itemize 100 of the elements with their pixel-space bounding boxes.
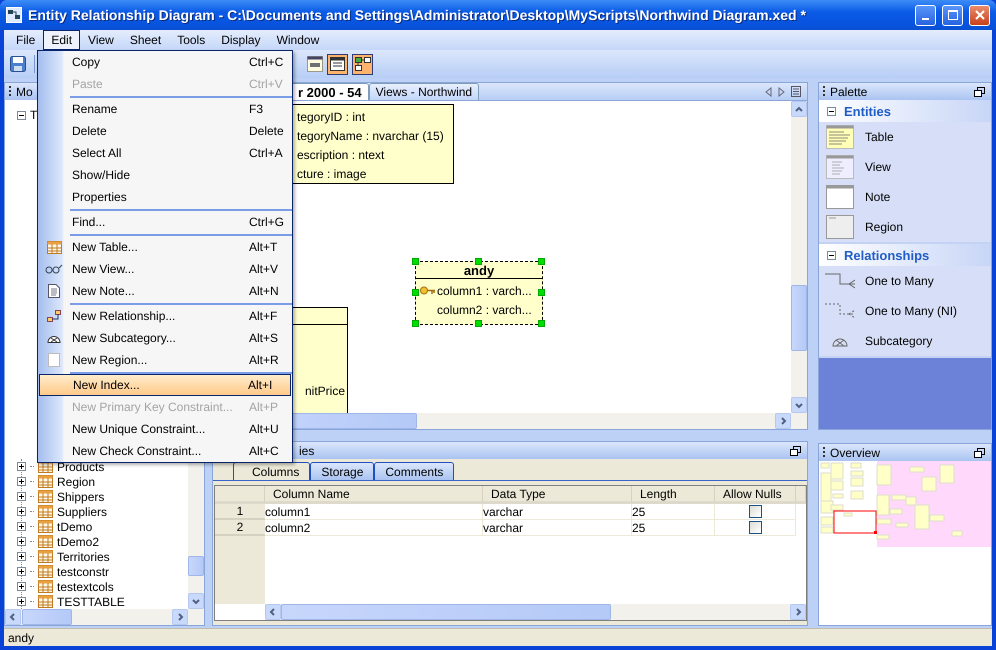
expand-icon[interactable]: [17, 477, 26, 486]
tree-item[interactable]: testextcols: [57, 580, 114, 594]
expand-icon[interactable]: [17, 567, 26, 576]
collapse-icon[interactable]: [827, 106, 836, 116]
tree-item[interactable]: tDemo: [57, 520, 92, 534]
checkbox[interactable]: [748, 521, 762, 534]
column-text: column2 : varch...: [437, 302, 532, 316]
menu-item[interactable]: Find... Ctrl+G: [38, 211, 292, 233]
menu-item[interactable]: View: [80, 30, 122, 50]
section-title[interactable]: Entities: [844, 104, 891, 118]
scroll-right-button[interactable]: [790, 604, 806, 620]
table-cell: varchar: [483, 504, 632, 520]
properties-tab[interactable]: Columns: [233, 462, 310, 480]
collapse-icon[interactable]: [17, 110, 26, 120]
properties-tab[interactable]: Storage: [310, 462, 374, 480]
menu-item[interactable]: Window: [268, 30, 328, 50]
entity-box[interactable]: andy column1 : varch... column2 : varch...: [415, 261, 543, 325]
expand-icon[interactable]: [17, 597, 26, 606]
expand-icon[interactable]: [17, 537, 26, 546]
scroll-down-button[interactable]: [791, 397, 807, 413]
scroll-right-button[interactable]: [775, 413, 791, 429]
menu-item[interactable]: New Check Constraint... Alt+C: [38, 440, 292, 462]
vertical-scrollbar[interactable]: [791, 101, 807, 413]
scroll-thumb[interactable]: [791, 285, 807, 351]
tree-item[interactable]: testconstr: [57, 564, 110, 578]
next-icon[interactable]: [778, 86, 785, 96]
diagram-tab[interactable]: Views - Northwind: [368, 83, 480, 100]
horizontal-scrollbar[interactable]: [5, 609, 188, 625]
palette-item[interactable]: Subcategory: [865, 334, 932, 348]
minimize-button[interactable]: [915, 4, 936, 26]
column-header[interactable]: Length: [632, 486, 715, 504]
palette-item[interactable]: One to Many: [865, 274, 934, 288]
menu-item[interactable]: New Unique Constraint... Alt+U: [38, 418, 292, 440]
scroll-left-button[interactable]: [265, 604, 281, 620]
resize-handle[interactable]: [475, 258, 482, 265]
expand-icon[interactable]: [17, 492, 26, 501]
list-icon[interactable]: [791, 86, 801, 97]
save-icon[interactable]: [10, 56, 26, 72]
scroll-right-button[interactable]: [172, 609, 188, 625]
tree-item[interactable]: Products: [57, 460, 104, 474]
menu-item[interactable]: New Index... Alt+I: [39, 374, 291, 396]
scroll-left-button[interactable]: [5, 609, 21, 625]
tree-item[interactable]: TESTTABLE: [57, 594, 125, 608]
resize-handle[interactable]: [412, 289, 419, 296]
resize-handle[interactable]: [412, 258, 419, 265]
connector-icon: [825, 273, 855, 289]
resize-handle[interactable]: [475, 320, 482, 327]
menu-item[interactable]: New Table... Alt+T: [38, 236, 292, 258]
palette-item[interactable]: Region: [865, 220, 904, 234]
menu-item[interactable]: New Note... Alt+N: [38, 280, 292, 302]
palette-item[interactable]: One to Many (NI): [865, 304, 958, 318]
maximize-button[interactable]: [942, 4, 963, 26]
menu-item[interactable]: New View... Alt+V: [38, 258, 292, 280]
collapse-icon[interactable]: [827, 250, 836, 260]
properties-tab[interactable]: Comments: [374, 462, 454, 480]
resize-handle[interactable]: [538, 320, 545, 327]
tree-item[interactable]: Region: [57, 474, 96, 488]
section-title[interactable]: Relationships: [844, 248, 930, 262]
tree-item[interactable]: Shippers: [57, 490, 104, 504]
resize-handle[interactable]: [412, 320, 419, 327]
horizontal-scrollbar[interactable]: [265, 604, 806, 620]
column-header[interactable]: Allow Nulls: [715, 486, 796, 504]
column-header[interactable]: Data Type: [483, 486, 632, 504]
scroll-down-button[interactable]: [188, 593, 204, 609]
expand-icon[interactable]: [17, 552, 26, 561]
checkbox[interactable]: [748, 505, 762, 518]
menu-item[interactable]: Tools: [169, 30, 214, 50]
column-header[interactable]: Column Name: [265, 486, 483, 504]
palette-item[interactable]: Table: [865, 130, 894, 144]
restore-icon[interactable]: [974, 448, 985, 458]
menu-item[interactable]: Edit: [43, 30, 80, 50]
dashed-connector-icon: [825, 303, 855, 319]
tree-item[interactable]: Suppliers: [57, 504, 108, 518]
palette-item[interactable]: View: [865, 160, 891, 174]
resize-handle[interactable]: [538, 258, 545, 265]
restore-icon[interactable]: [790, 446, 801, 456]
menu-item[interactable]: Display: [213, 30, 269, 50]
scroll-thumb[interactable]: [188, 556, 204, 576]
menu-item[interactable]: Properties: [38, 186, 292, 208]
tree-item[interactable]: T: [30, 108, 38, 122]
toolbar-toggle-button[interactable]: [327, 54, 348, 74]
expand-icon[interactable]: [17, 522, 26, 531]
scroll-thumb[interactable]: [22, 609, 72, 625]
tree-item[interactable]: tDemo2: [57, 534, 100, 548]
menu-item[interactable]: File: [8, 30, 44, 50]
close-button[interactable]: [969, 4, 990, 26]
toolbar-toggle-button[interactable]: [352, 54, 373, 74]
table-cell: 25: [632, 520, 715, 536]
previous-icon[interactable]: [765, 86, 772, 96]
palette-item[interactable]: Note: [865, 190, 890, 204]
expand-icon[interactable]: [17, 582, 26, 591]
tree-item[interactable]: Territories: [57, 550, 110, 564]
menu-item[interactable]: Copy Ctrl+C: [38, 51, 292, 73]
expand-icon[interactable]: [17, 507, 26, 516]
scroll-thumb[interactable]: [281, 604, 611, 620]
menu-item[interactable]: Sheet: [122, 30, 170, 50]
expand-icon[interactable]: [17, 462, 26, 471]
resize-handle[interactable]: [538, 289, 545, 296]
restore-icon[interactable]: [974, 86, 985, 96]
scroll-up-button[interactable]: [791, 101, 807, 117]
